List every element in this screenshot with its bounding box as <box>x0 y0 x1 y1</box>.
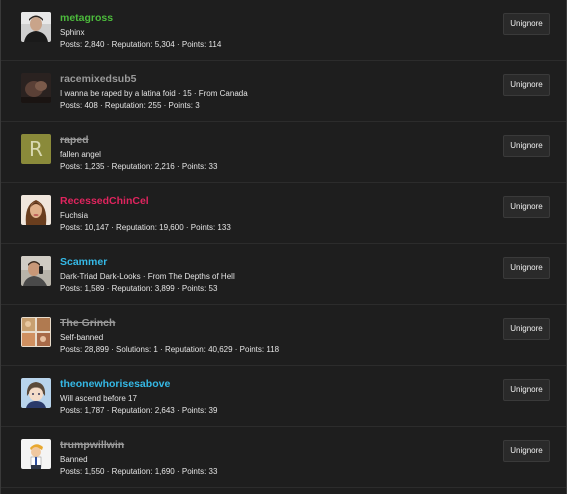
unignore-button[interactable]: Unignore <box>503 13 550 35</box>
user-title: Will ascend before 17 <box>60 394 137 403</box>
user-stats: Posts: 1,787 · Reputation: 2,643 · Point… <box>60 406 218 415</box>
photo-avatar-icon <box>21 12 51 42</box>
cartoon-avatar-icon <box>21 439 51 469</box>
ignored-member-row: metagross Sphinx Posts: 2,840 · Reputati… <box>1 0 566 61</box>
user-avatar[interactable] <box>21 256 51 286</box>
ignored-member-row: Scammer Dark-Triad Dark-Looks · From The… <box>1 244 566 305</box>
photo-avatar-icon <box>21 73 51 103</box>
user-avatar[interactable] <box>21 439 51 469</box>
user-avatar[interactable] <box>21 12 51 42</box>
user-info: metagross Sphinx Posts: 2,840 · Reputati… <box>60 12 456 50</box>
user-info: racemixedsub5 I wanna be raped by a lati… <box>60 73 456 111</box>
username-link[interactable]: RecessedChinCel <box>60 195 456 208</box>
unignore-button[interactable]: Unignore <box>503 379 550 401</box>
user-avatar[interactable] <box>21 195 51 225</box>
user-title: Self-banned <box>60 333 104 342</box>
user-title: I wanna be raped by a latina foid · 15 ·… <box>60 89 248 98</box>
photo-avatar-icon <box>21 195 51 225</box>
anime-avatar-icon <box>21 378 51 408</box>
user-title: fallen angel <box>60 150 101 159</box>
user-info: RecessedChinCel Fuchsia Posts: 10,147 · … <box>60 195 456 233</box>
username-link[interactable]: The Grinch <box>60 317 456 330</box>
unignore-button[interactable]: Unignore <box>503 318 550 340</box>
user-stats: Posts: 1,235 · Reputation: 2,216 · Point… <box>60 162 218 171</box>
letter-avatar: R <box>21 134 51 164</box>
unignore-button[interactable]: Unignore <box>503 74 550 96</box>
ignored-member-row: theonewhorisesabove Will ascend before 1… <box>1 366 566 427</box>
user-avatar[interactable] <box>21 378 51 408</box>
ignored-member-row: trumpwillwin Banned Posts: 1,550 · Reput… <box>1 427 566 488</box>
user-info: raped fallen angel Posts: 1,235 · Reputa… <box>60 134 456 172</box>
user-avatar[interactable] <box>21 73 51 103</box>
user-info: trumpwillwin Banned Posts: 1,550 · Reput… <box>60 439 456 477</box>
user-title: Banned <box>60 455 88 464</box>
ignored-member-row: The Grinch Self-banned Posts: 28,899 · S… <box>1 305 566 366</box>
user-stats: Posts: 2,840 · Reputation: 5,304 · Point… <box>60 40 222 49</box>
unignore-button[interactable]: Unignore <box>503 196 550 218</box>
photo-avatar-icon <box>21 256 51 286</box>
username-link[interactable]: Scammer <box>60 256 456 269</box>
photo-avatar-icon <box>21 317 51 347</box>
ignored-member-row: racemixedsub5 I wanna be raped by a lati… <box>1 61 566 122</box>
username-link[interactable]: theonewhorisesabove <box>60 378 456 391</box>
username-link[interactable]: trumpwillwin <box>60 439 456 452</box>
user-stats: Posts: 1,550 · Reputation: 1,690 · Point… <box>60 467 218 476</box>
user-info: Scammer Dark-Triad Dark-Looks · From The… <box>60 256 456 294</box>
user-avatar[interactable]: R <box>21 134 51 164</box>
ignored-member-row: RecessedChinCel Fuchsia Posts: 10,147 · … <box>1 183 566 244</box>
ignored-member-row: R raped fallen angel Posts: 1,235 · Repu… <box>1 122 566 183</box>
user-title: Dark-Triad Dark-Looks · From The Depths … <box>60 272 235 281</box>
user-stats: Posts: 10,147 · Reputation: 19,600 · Poi… <box>60 223 231 232</box>
user-title: Sphinx <box>60 28 85 37</box>
unignore-button[interactable]: Unignore <box>503 135 550 157</box>
user-title: Fuchsia <box>60 211 89 220</box>
user-avatar[interactable] <box>21 317 51 347</box>
user-stats: Posts: 1,589 · Reputation: 3,899 · Point… <box>60 284 218 293</box>
user-stats: Posts: 28,899 · Solutions: 1 · Reputatio… <box>60 345 280 354</box>
username-link[interactable]: metagross <box>60 12 456 25</box>
user-info: The Grinch Self-banned Posts: 28,899 · S… <box>60 317 456 355</box>
user-info: theonewhorisesabove Will ascend before 1… <box>60 378 456 416</box>
username-link[interactable]: raped <box>60 134 456 147</box>
ignored-members-list: metagross Sphinx Posts: 2,840 · Reputati… <box>1 0 566 488</box>
username-link[interactable]: racemixedsub5 <box>60 73 456 86</box>
unignore-button[interactable]: Unignore <box>503 257 550 279</box>
user-stats: Posts: 408 · Reputation: 255 · Points: 3 <box>60 101 200 110</box>
unignore-button[interactable]: Unignore <box>503 440 550 462</box>
